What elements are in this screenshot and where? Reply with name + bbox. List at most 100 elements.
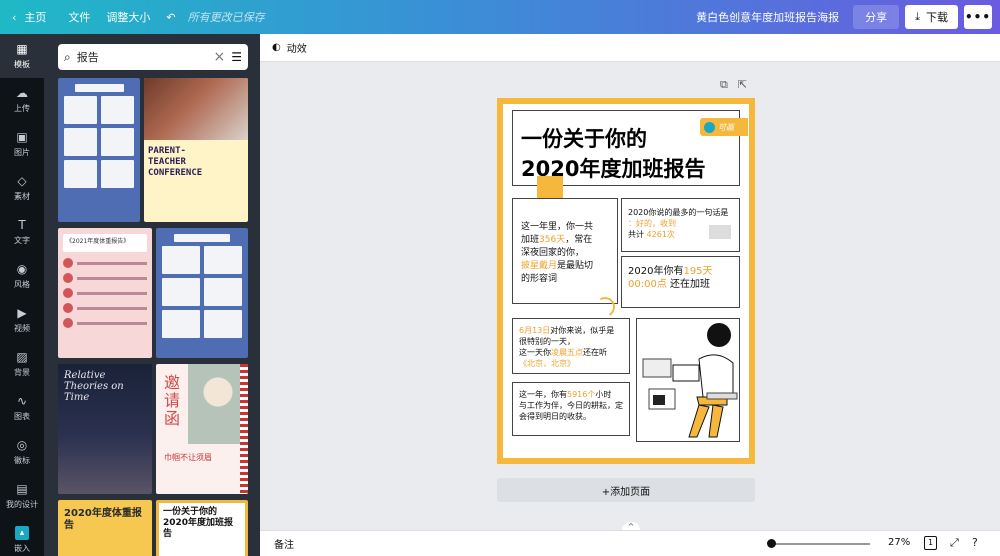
poster-title-line1[interactable]: 一份关于你的	[521, 123, 647, 153]
thumbnail-title: 2020年度体重报告	[64, 508, 142, 531]
rail-label: 背景	[14, 368, 30, 377]
zoom-slider[interactable]	[770, 543, 870, 545]
more-options-button[interactable]: •••	[964, 5, 992, 29]
rail-item-text[interactable]: T 文字	[0, 210, 44, 254]
home-label: 主页	[24, 11, 47, 24]
rail-item-my-designs[interactable]: ▤ 我的设计	[0, 474, 44, 518]
undo-icon[interactable]: ↶	[158, 0, 183, 34]
page-tools: ⧉ ⇱	[720, 78, 747, 92]
download-icon: ⤓	[915, 10, 920, 23]
templates-panel: ⌕ 报告 × ☰ PARENT- TEACHER CONFERENCE 《202…	[44, 34, 260, 556]
template-thumbnail[interactable]: 2020年度体重报告	[58, 500, 152, 556]
close-icon[interactable]: ×	[214, 49, 226, 65]
top-bar: ‹ 主页 文件 调整大小 ↶ 所有更改已保存 黄白色创意年度加班报告海报 分享 …	[0, 0, 1000, 34]
rail-label: 素材	[14, 192, 30, 201]
editor-toolbar: ◐ 动效	[260, 34, 1000, 62]
image-icon: ▣	[16, 130, 28, 144]
rail-item-photos[interactable]: ▣ 图片	[0, 122, 44, 166]
moon-icon	[592, 294, 618, 320]
upload-icon: ☁	[16, 86, 28, 100]
rail-label: 我的设计	[6, 500, 38, 509]
template-icon: ▦	[16, 42, 28, 56]
rail-item-videos[interactable]: ▶ 视频	[0, 298, 44, 342]
stat-box-midnight[interactable]: 2020年你有195天 00:00点 还在加班	[621, 256, 740, 308]
chart-icon: ∿	[16, 394, 28, 408]
folder-icon: ▤	[16, 482, 28, 496]
notes-button[interactable]: 备注	[274, 536, 294, 551]
zoom-slider-handle[interactable]	[767, 539, 776, 548]
elements-icon: ◇	[17, 174, 27, 188]
thumbnail-title: Relative Theories on Time	[64, 370, 124, 403]
person-laptop-illustration	[642, 323, 738, 438]
add-page-button[interactable]: +添加页面	[497, 478, 755, 502]
document-icon	[709, 225, 731, 239]
rail-item-logos[interactable]: ◎ 徽标	[0, 430, 44, 474]
background-icon: ▨	[16, 350, 28, 364]
rail-item-elements[interactable]: ◇ 素材	[0, 166, 44, 210]
page-count[interactable]: 1	[924, 536, 937, 550]
download-button[interactable]: ⤓ 下载	[905, 5, 958, 29]
brand-badge[interactable]: 可画	[700, 118, 748, 136]
template-thumbnail[interactable]: 一份关于你的 2020年度加班报告	[156, 500, 248, 556]
stat-box-hours[interactable]: 这一年，你有5916个小时 与工作为伴，今日的耕耘，定 会得到明日的收获。	[512, 382, 630, 436]
template-thumbnail[interactable]: Relative Theories on Time	[58, 364, 152, 494]
rail-item-styles[interactable]: ◉ 风格	[0, 254, 44, 298]
stat-box-days[interactable]: 这一年里，你一共 加班356天，常在 深夜回家的你， 披星戴月是最贴切 的形容词	[512, 198, 618, 320]
rail-item-uploads[interactable]: ☁ 上传	[0, 78, 44, 122]
rail-label: 图表	[14, 412, 30, 421]
duplicate-icon[interactable]: ⧉	[720, 78, 728, 92]
template-thumbnail[interactable]: 邀 请 函 巾帼不让须眉	[156, 364, 248, 494]
save-status: 所有更改已保存	[187, 11, 265, 24]
decor-square[interactable]	[537, 176, 563, 198]
rail-label: 上传	[14, 104, 30, 113]
chevron-left-icon: ‹	[12, 10, 17, 24]
search-bar[interactable]: ⌕ 报告 × ☰	[58, 44, 248, 70]
more-icon: •••	[964, 10, 991, 24]
thumbnail-title: 邀 请 函	[164, 373, 181, 428]
search-icon: ⌕	[64, 49, 71, 64]
brand-label: 可画	[718, 122, 734, 132]
template-thumbnail[interactable]: 《2021年度体重报告》	[58, 228, 152, 358]
poster-inner: 一份关于你的 2020年度加班报告 可画 这一年里，你一共 加班356天，常在 …	[503, 104, 749, 458]
thumbnail-title: 《2021年度体重报告》	[63, 234, 147, 252]
home-button[interactable]: ‹ 主页	[0, 0, 54, 34]
search-input[interactable]: 报告	[77, 49, 208, 65]
stat-box-phrase[interactable]: 2020你说的最多的一句话是 ：好的，收到 共计 4261次	[621, 198, 740, 252]
animate-icon[interactable]: ◐	[272, 42, 281, 53]
thumbnail-title: 一份关于你的 2020年度加班报告	[163, 507, 234, 539]
zoom-level[interactable]: 27%	[888, 537, 910, 548]
palette-icon: ◉	[16, 262, 28, 276]
add-page-icon[interactable]: ⇱	[738, 78, 747, 92]
download-label: 下载	[926, 11, 948, 24]
design-title[interactable]: 黄白色创意年度加班报告海报	[696, 9, 853, 25]
filter-icon[interactable]: ☰	[231, 50, 242, 64]
logo-icon: ◎	[16, 438, 28, 452]
rail-label: 文字	[14, 236, 30, 245]
illustration-box[interactable]	[636, 318, 740, 442]
rail-label: 视频	[14, 324, 30, 333]
rail-label: 徽标	[14, 456, 30, 465]
left-rail: ▦ 模板 ☁ 上传 ▣ 图片 ◇ 素材 T 文字 ◉ 风格 ▶ 视频 ▨ 背景 …	[0, 34, 44, 556]
help-icon[interactable]: ?	[972, 536, 978, 549]
video-icon: ▶	[17, 306, 27, 320]
rail-label: 风格	[14, 280, 30, 289]
rail-label: 嵌入	[14, 544, 30, 553]
rail-item-embed[interactable]: ▴ 嵌入	[0, 518, 44, 556]
canva-logo-icon	[704, 121, 715, 133]
template-grid: PARENT- TEACHER CONFERENCE 《2021年度体重报告》 …	[58, 78, 248, 556]
text-icon: T	[18, 218, 26, 232]
rail-item-templates[interactable]: ▦ 模板	[0, 34, 44, 78]
template-thumbnail[interactable]	[156, 228, 248, 358]
animate-button[interactable]: 动效	[287, 40, 307, 55]
share-button[interactable]: 分享	[853, 5, 900, 29]
stat-box-date[interactable]: 6月13日对你来说，似乎是 很特别的一天， 这一天你凌晨五点还在听 《北京，北京…	[512, 318, 630, 374]
resize-menu[interactable]: 调整大小	[98, 0, 158, 34]
rail-label: 图片	[14, 148, 30, 157]
template-thumbnail[interactable]: PARENT- TEACHER CONFERENCE	[144, 78, 248, 222]
template-thumbnail[interactable]	[58, 78, 140, 222]
design-page[interactable]: 一份关于你的 2020年度加班报告 可画 这一年里，你一共 加班356天，常在 …	[497, 98, 755, 464]
rail-item-charts[interactable]: ∿ 图表	[0, 386, 44, 430]
fullscreen-icon[interactable]: ⤢	[950, 536, 959, 550]
file-menu[interactable]: 文件	[60, 0, 98, 34]
rail-item-background[interactable]: ▨ 背景	[0, 342, 44, 386]
